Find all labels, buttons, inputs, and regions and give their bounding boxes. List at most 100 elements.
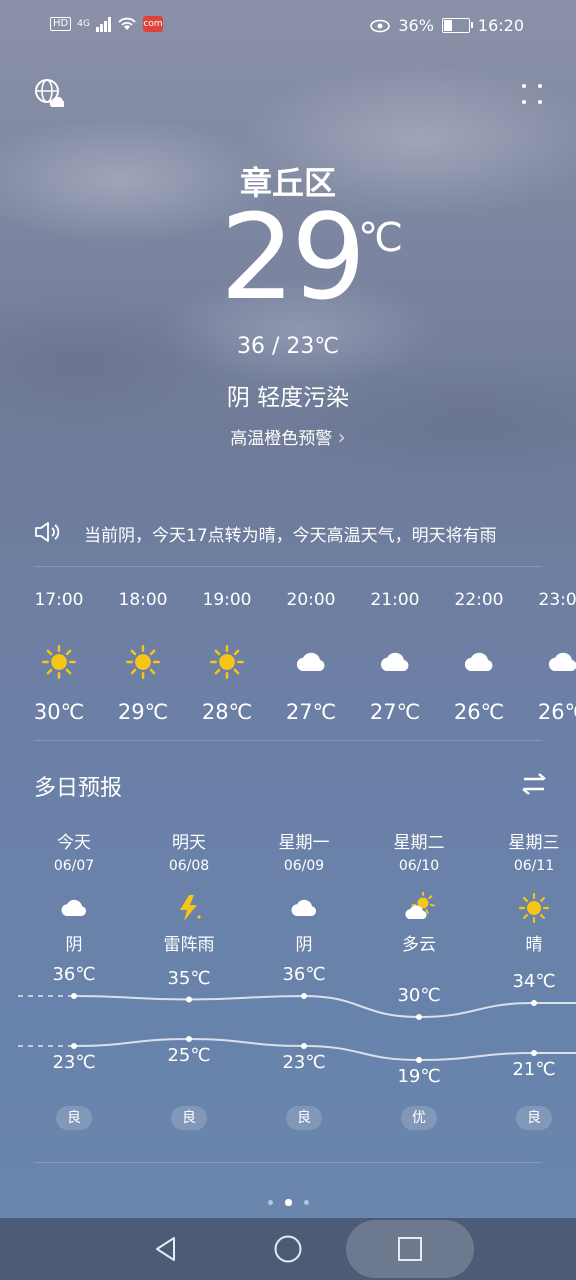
divider [34, 566, 542, 567]
hourly-temperature: 26℃ [453, 700, 505, 724]
cloud-icon [353, 644, 437, 680]
recents-button[interactable] [372, 1218, 448, 1280]
day-name: 星期一 [278, 833, 330, 853]
more-dots-icon [522, 84, 542, 104]
hourly-temperature: 30℃ [33, 700, 85, 724]
sun-icon [101, 644, 185, 680]
multi-day-title: 多日预报 [34, 776, 123, 801]
temperature-curve-chart [18, 993, 576, 1063]
day-condition: 晴 [525, 935, 543, 955]
weather-alert-link[interactable]: 高温橙色预警 › [0, 424, 576, 449]
divider [34, 1162, 542, 1163]
broadcast-text: 当前阴，今天17点转为晴，今天高温天气，明天将有雨 [84, 526, 497, 546]
aqi-badge: 良 [131, 1106, 247, 1130]
battery-percent: 36% [398, 16, 434, 35]
speaker-icon [35, 522, 60, 542]
chevron-right-icon: › [337, 425, 346, 449]
page-dot [303, 1200, 309, 1205]
city-manage-button[interactable] [34, 78, 66, 112]
day-name: 明天 [172, 833, 206, 853]
wifi-icon [118, 17, 136, 30]
aqi-badge: 良 [246, 1106, 362, 1130]
low-temp-point [531, 1050, 537, 1056]
day-date: 06/08 [168, 858, 210, 874]
partly-cloudy-icon [361, 891, 477, 924]
battery-icon [441, 18, 473, 33]
cloud-icon [521, 644, 576, 680]
day-condition: 阴 [65, 935, 83, 955]
day-condition: 阴 [295, 935, 313, 955]
high-temp-curve [73, 994, 576, 1019]
temperature-range: 36 / 23℃ [236, 334, 340, 359]
high-temp-point [71, 993, 77, 999]
cloud-icon [246, 892, 362, 924]
aqi-badge: 优 [361, 1106, 477, 1130]
sun-icon [476, 892, 576, 924]
hourly-time: 23:00 [538, 590, 576, 610]
signal-icon [95, 16, 111, 32]
page-dot [267, 1200, 273, 1205]
low-temp-point [416, 1057, 422, 1063]
day-name: 今天 [57, 833, 91, 853]
temperature-unit: ℃ [358, 215, 403, 261]
hourly-temperature: 29℃ [117, 700, 169, 724]
high-temp-point [531, 1000, 537, 1006]
aqi-badge: 良 [16, 1106, 132, 1130]
thunder-icon [131, 892, 247, 924]
day-name: 星期三 [508, 833, 560, 853]
recents-square-icon [398, 1237, 422, 1261]
hourly-time: 20:00 [286, 590, 336, 610]
battery-fill [443, 20, 452, 31]
page-dot [284, 1199, 292, 1206]
home-circle-icon [274, 1235, 302, 1263]
day-condition: 多云 [402, 935, 436, 955]
weather-broadcast[interactable]: 当前阴，今天17点转为晴，今天高温天气，明天将有雨 [34, 518, 542, 548]
page-indicator [0, 1192, 576, 1211]
more-menu-button[interactable] [518, 82, 546, 110]
day-condition: 雷阵雨 [163, 935, 215, 955]
sun-icon [185, 644, 269, 680]
view-toggle-button[interactable] [520, 770, 550, 802]
hourly-temperature: 27℃ [369, 700, 421, 724]
hourly-time: 17:00 [34, 590, 84, 610]
clock: 16:20 [477, 16, 524, 35]
back-button[interactable] [128, 1218, 204, 1280]
hourly-time: 22:00 [454, 590, 504, 610]
cloud-icon [437, 644, 521, 680]
alert-text: 高温橙色预警 [230, 429, 333, 449]
day-name: 星期二 [393, 833, 445, 853]
hourly-temperature: 26℃ [537, 700, 576, 724]
network-type: 4G [77, 19, 90, 29]
hourly-temperature: 27℃ [285, 700, 337, 724]
sun-icon [17, 644, 101, 680]
low-temp-point [301, 1043, 307, 1049]
hourly-time: 18:00 [118, 590, 168, 610]
navigation-bar [0, 1218, 576, 1280]
cloud-icon [16, 892, 132, 924]
aqi-badge: 良 [476, 1106, 576, 1130]
low-temp-curve [73, 1037, 576, 1062]
high-temp-point [416, 1014, 422, 1020]
day-date: 06/11 [513, 858, 555, 874]
day-date: 06/09 [283, 858, 325, 874]
low-temp-point [71, 1043, 77, 1049]
globe-cloud-icon [35, 79, 66, 108]
high-temp-point [301, 993, 307, 999]
hourly-temperature: 28℃ [201, 700, 253, 724]
home-button[interactable] [250, 1218, 326, 1280]
cloud-icon [269, 644, 353, 680]
eye-comfort-icon [370, 19, 391, 32]
status-bar: HD 4G com 36% 16:20 [0, 0, 576, 56]
low-temp-point [186, 1036, 192, 1042]
back-triangle-icon [156, 1237, 175, 1261]
hourly-forecast[interactable]: 17:00 30℃ 18:00 29℃ 19:00 28℃ 20:00 27℃ 21:00 27℃… [0, 586, 576, 726]
hd-badge: HD [50, 17, 72, 31]
day-date: 06/10 [398, 858, 440, 874]
high-temp-point [186, 996, 192, 1003]
day-date: 06/07 [53, 858, 95, 874]
current-condition: 阴 轻度污染 [226, 385, 350, 411]
hourly-time: 19:00 [202, 590, 252, 610]
swap-arrows-icon [522, 773, 546, 795]
hourly-time: 21:00 [370, 590, 420, 610]
current-temperature: 29 [220, 188, 366, 326]
